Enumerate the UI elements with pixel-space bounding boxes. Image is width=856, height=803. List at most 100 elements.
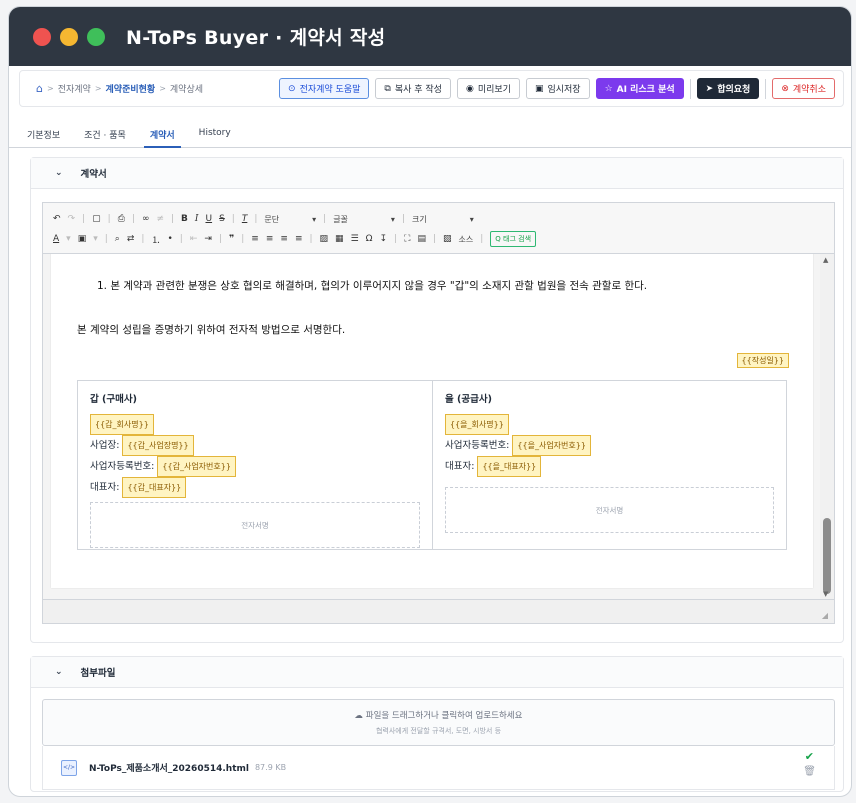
help-icon: ⊙: [288, 83, 296, 94]
save-icon: ▣: [534, 83, 544, 94]
contract-section-title: 계약서: [80, 169, 107, 180]
closing-statement: 본 계약의 성립을 증명하기 위하여 전자적 방법으로 서명한다.: [77, 324, 346, 336]
paragraph-select[interactable]: 문단: [264, 214, 279, 225]
ai-risk-button[interactable]: ☆ AI 리스크 분석: [595, 78, 684, 99]
align-right-icon[interactable]: ≡: [280, 234, 288, 244]
source-icon[interactable]: ▧: [443, 234, 452, 244]
cancel-label: 계약취소: [792, 85, 826, 95]
dropdown-icon[interactable]: ▾: [66, 234, 71, 244]
editor-toolbar: ↶ ↷ | ▢ | ⎙ | ∞ ≠ | B I U S | T | 문단 ▾ |…: [43, 203, 834, 254]
home-icon[interactable]: ⌂: [36, 82, 43, 95]
print-icon[interactable]: ⎙: [118, 214, 125, 224]
tab-contract[interactable]: 계약서: [143, 120, 181, 148]
table-icon[interactable]: ▦: [335, 234, 344, 244]
chevron-down-icon[interactable]: ⌄: [55, 667, 63, 677]
save-draft-button[interactable]: ▣ 임시저장: [525, 78, 590, 99]
outdent-icon[interactable]: ⇤: [190, 234, 198, 244]
editor-content-area[interactable]: 1. 본 계약과 관련한 분쟁은 상호 협의로 해결하며, 협의가 이루어지지 …: [43, 254, 820, 600]
maximize-icon[interactable]: ⛶: [404, 234, 410, 244]
align-justify-icon[interactable]: ≡: [295, 234, 303, 244]
clear-format-icon[interactable]: T: [242, 214, 248, 224]
preview-label: 미리보기: [477, 85, 511, 95]
request-label: 합의요청: [717, 85, 751, 95]
align-center-icon[interactable]: ≡: [266, 234, 274, 244]
text-color-icon[interactable]: A: [53, 234, 59, 244]
app-window: N-ToPs Buyer · 계약서 작성 ⌂ > 전자계약 > 계약준비현황 …: [8, 6, 852, 797]
party-b-signature-box[interactable]: 전자서명: [445, 487, 774, 533]
divider: [689, 78, 691, 99]
file-name[interactable]: N-ToPs_제품소개서_20260514.html: [89, 761, 249, 774]
tab-history[interactable]: History: [199, 120, 231, 148]
align-left-icon[interactable]: ≡: [251, 234, 259, 244]
editor-scrollbar[interactable]: ▲ ▼: [820, 254, 834, 600]
chevron-down-icon[interactable]: ▾: [470, 215, 474, 224]
source-button[interactable]: 소스: [459, 234, 474, 245]
redo-icon[interactable]: ↷: [68, 214, 76, 224]
breadcrumb-item[interactable]: 계약준비현황: [106, 82, 156, 95]
tag-search-button[interactable]: Q 태그 검색: [490, 231, 537, 247]
copy-button[interactable]: ⧉ 복사 후 작성: [375, 78, 451, 99]
blocks-icon[interactable]: ▤: [417, 234, 426, 244]
file-drop-zone[interactable]: ☁ 파일을 드래그하거나 클릭하여 업로드하세요 협력사에게 전달할 규격서, …: [42, 699, 835, 746]
unlink-icon[interactable]: ≠: [156, 214, 164, 224]
divider: [765, 78, 767, 99]
image-icon[interactable]: ▨: [320, 234, 329, 244]
replace-icon[interactable]: ⇄: [127, 234, 135, 244]
divider: |: [394, 234, 398, 244]
divider: |: [131, 214, 135, 224]
maximize-window-button[interactable]: [87, 27, 105, 46]
resize-handle-icon[interactable]: ◢: [822, 611, 828, 620]
editor-status-bar: ◢: [43, 599, 834, 623]
bold-icon[interactable]: B: [181, 214, 188, 224]
tab-terms-items[interactable]: 조건 · 품목: [84, 120, 126, 148]
italic-icon[interactable]: I: [195, 214, 199, 224]
chevron-down-icon[interactable]: ⌄: [55, 168, 63, 178]
chevron-down-icon[interactable]: ▾: [312, 215, 316, 224]
tab-basic-info[interactable]: 기본정보: [27, 120, 60, 148]
dropdown-icon[interactable]: ▾: [93, 234, 98, 244]
party-b-regno-placeholder: {{을_사업자번호}}: [512, 435, 591, 456]
party-a-title: 갑 (구매사): [90, 394, 137, 405]
divider: |: [107, 214, 111, 224]
party-a-cell: 갑 (구매사) {{갑_회사명}} 사업장: {{갑_사업장명}} 사업자등록번…: [78, 381, 432, 549]
numbered-list-icon[interactable]: ⒈: [151, 233, 160, 246]
attachment-section-header[interactable]: ⌄ 첨부파일: [31, 657, 843, 688]
font-select[interactable]: 글꼴: [333, 214, 348, 225]
preview-button[interactable]: ◉ 미리보기: [456, 78, 520, 99]
page-break-icon[interactable]: ↧: [380, 234, 388, 244]
scrollbar-thumb[interactable]: [823, 518, 831, 594]
request-agreement-button[interactable]: ➤ 합의요청: [696, 78, 760, 99]
indent-icon[interactable]: ⇥: [204, 234, 212, 244]
special-char-icon[interactable]: Ω: [366, 234, 373, 244]
close-window-button[interactable]: [33, 27, 51, 46]
bg-color-icon[interactable]: ▣: [78, 234, 87, 244]
file-size: 87.9 KB: [254, 763, 287, 772]
preview-doc-icon[interactable]: ▢: [92, 214, 101, 224]
contract-section-header[interactable]: ⌄ 계약서: [31, 158, 843, 189]
size-select[interactable]: 크기: [412, 214, 427, 225]
strike-icon[interactable]: S: [219, 214, 225, 224]
undo-icon[interactable]: ↶: [53, 214, 61, 224]
date-placeholder: {{작성일}}: [736, 353, 789, 368]
trash-icon[interactable]: 🗑: [803, 766, 816, 777]
cancel-contract-button[interactable]: ⊗ 계약취소: [772, 78, 835, 99]
minimize-window-button[interactable]: [60, 27, 78, 46]
guide-button[interactable]: ⊙ 전자계약 도움말: [279, 78, 370, 99]
breadcrumb-item[interactable]: 전자계약: [58, 82, 91, 95]
underline-icon[interactable]: U: [205, 214, 212, 224]
bullet-list-icon[interactable]: •: [167, 234, 172, 244]
hr-icon[interactable]: ☰: [351, 234, 359, 244]
find-icon[interactable]: ⌕: [115, 234, 120, 244]
chevron-down-icon[interactable]: ▾: [391, 215, 395, 224]
document-page[interactable]: 1. 본 계약과 관련한 분쟁은 상호 협의로 해결하며, 협의가 이루어지지 …: [51, 254, 813, 588]
party-a-signature-box[interactable]: 전자서명: [90, 502, 420, 548]
link-icon[interactable]: ∞: [142, 214, 150, 224]
quote-icon[interactable]: ❞: [229, 234, 234, 244]
drop-zone-hint: 협력사에게 전달할 규격서, 도면, 시방서 등: [375, 727, 502, 735]
party-a-regno-label: 사업자등록번호:: [90, 461, 155, 472]
star-icon: ☆: [604, 83, 613, 94]
scroll-down-icon[interactable]: ▼: [823, 590, 828, 598]
scroll-up-icon[interactable]: ▲: [823, 256, 828, 264]
file-icon: </>: [61, 759, 77, 776]
party-b-title: 을 (공급사): [445, 394, 492, 405]
